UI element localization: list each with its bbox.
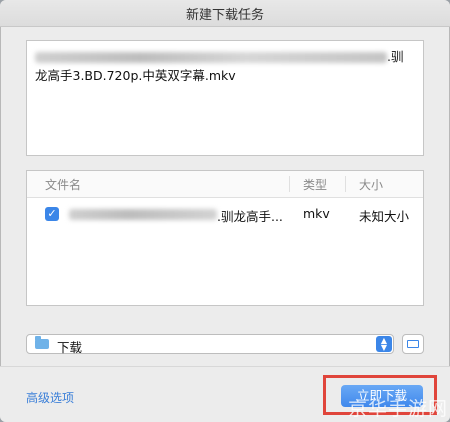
title-bar: 新建下载任务 [0, 0, 450, 27]
column-header-name[interactable]: 文件名 [45, 176, 81, 193]
new-download-dialog: 新建下载任务 .驯 龙高手3.BD.720p.中英双字幕.mkv 文件名 类型 … [0, 0, 450, 422]
file-name: .驯龙高手... [217, 209, 283, 224]
window-title: 新建下载任务 [185, 7, 264, 23]
file-type: mkv [303, 206, 330, 221]
folder-icon [35, 336, 49, 349]
folder-open-icon [407, 340, 419, 348]
chevron-updown-icon[interactable]: ▲ ▼ [376, 336, 392, 352]
file-row[interactable]: ✓ .驯龙高手... mkv 未知大小 [27, 203, 423, 225]
column-divider [289, 176, 290, 192]
dialog-footer: 高级选项 立即下载 京华手游网 [0, 366, 450, 422]
advanced-options-link[interactable]: 高级选项 [26, 389, 74, 406]
watermark: 京华手游网 [347, 398, 448, 420]
url-textarea[interactable]: .驯 龙高手3.BD.720p.中英双字幕.mkv [26, 40, 424, 156]
file-checkbox[interactable]: ✓ [45, 207, 59, 221]
blurred-url [35, 52, 387, 63]
column-divider [345, 176, 346, 192]
column-header-size[interactable]: 大小 [359, 176, 383, 193]
file-list: 文件名 类型 大小 ✓ .驯龙高手... mkv 未知大小 [26, 170, 424, 306]
download-folder-select[interactable]: 下载 ▲ ▼ [26, 334, 394, 355]
browse-folder-button[interactable] [402, 334, 424, 354]
file-size: 未知大小 [359, 209, 410, 224]
column-header-type[interactable]: 类型 [303, 176, 327, 193]
blurred-filename [69, 209, 217, 220]
folder-selected-value: 下载 [57, 340, 83, 355]
url-line1-suffix: .驯 [387, 49, 404, 64]
file-list-header: 文件名 类型 大小 [27, 171, 423, 198]
url-line2: 龙高手3.BD.720p.中英双字幕.mkv [35, 68, 236, 83]
